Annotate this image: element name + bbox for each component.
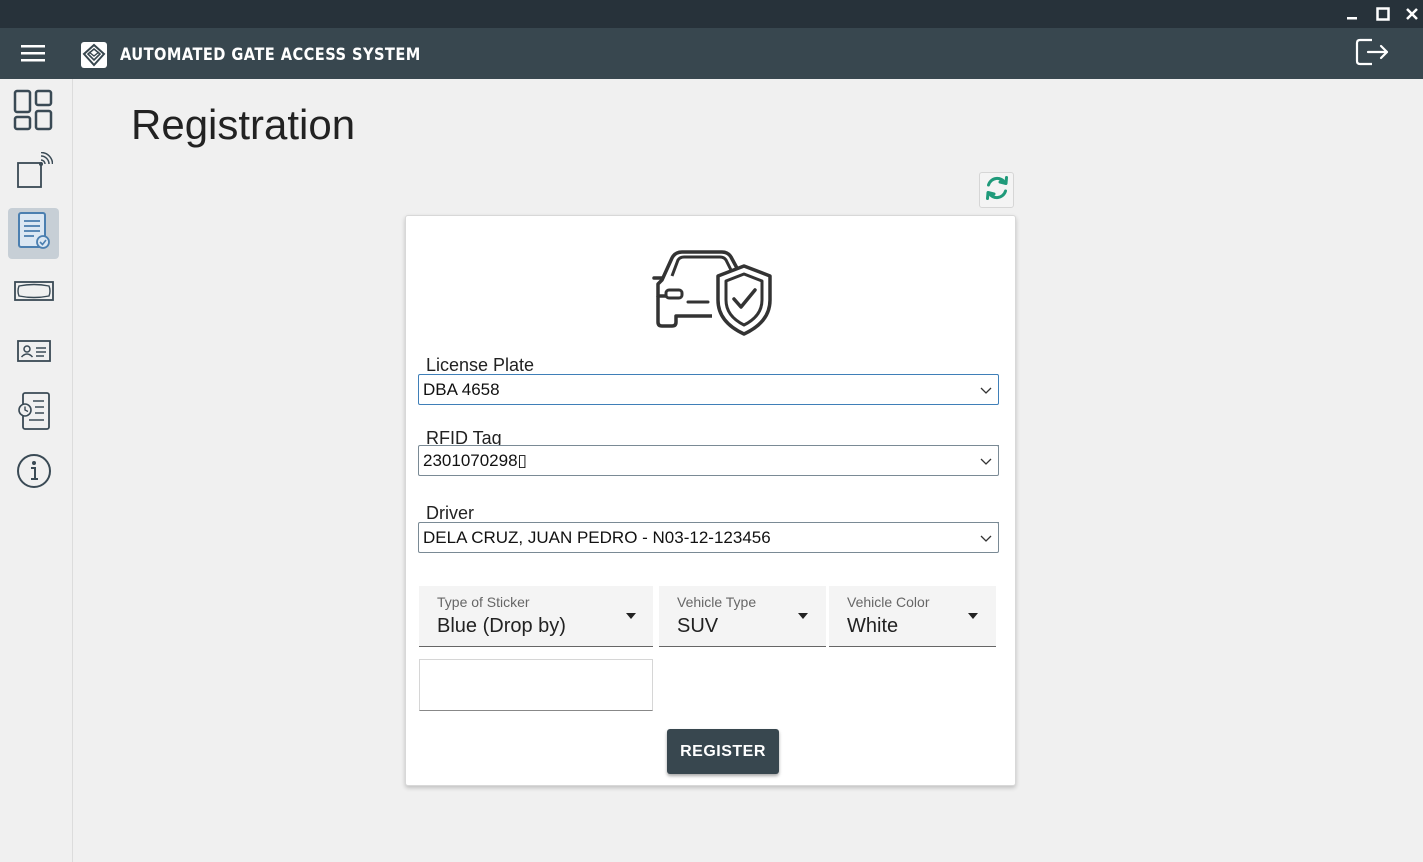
chevron-down-icon[interactable]: [980, 383, 992, 395]
chevron-down-icon[interactable]: [980, 454, 992, 466]
app-title: AUTOMATED GATE ACCESS SYSTEM: [120, 45, 421, 65]
app-logo-icon: [80, 41, 108, 69]
menu-icon[interactable]: [20, 42, 46, 64]
refresh-button[interactable]: [979, 172, 1014, 208]
maximize-icon[interactable]: [1372, 4, 1394, 24]
vehicle-security-icon: [648, 244, 774, 336]
chevron-down-icon[interactable]: [980, 531, 992, 543]
vehicle-color-select[interactable]: Vehicle Color White: [829, 586, 996, 647]
refresh-icon: [983, 174, 1011, 207]
license-plate-combobox[interactable]: DBA 4658: [418, 374, 999, 405]
license-plate-label: License Plate: [426, 355, 539, 376]
info-icon: [15, 452, 53, 495]
extra-text-input[interactable]: [419, 659, 653, 711]
dashboard-icon: [13, 89, 55, 136]
close-icon[interactable]: [1401, 4, 1423, 24]
vehicle-type-value: SUV: [677, 615, 719, 637]
license-plate-value: DBA 4658: [423, 380, 500, 399]
sticker-card-icon: [13, 279, 55, 308]
logout-icon[interactable]: [1354, 34, 1392, 70]
page-title: Registration: [131, 101, 356, 148]
window-titlebar: [0, 0, 1423, 28]
sidebar-item-dashboard[interactable]: [8, 87, 59, 138]
sidebar-item-rfid[interactable]: [8, 148, 59, 199]
id-card-icon: [16, 337, 52, 370]
rfid-tag-value: 2301070298▯: [423, 451, 527, 470]
vehicle-type-label: Vehicle Type: [677, 594, 757, 610]
rfid-reader-icon: [15, 151, 53, 195]
sidebar-item-about[interactable]: [8, 448, 59, 499]
sticker-type-select[interactable]: Type of Sticker Blue (Drop by): [419, 586, 653, 647]
driver-value: DELA CRUZ, JUAN PEDRO - N03-12-123456: [423, 528, 771, 547]
app-header: AUTOMATED GATE ACCESS SYSTEM: [0, 28, 1423, 79]
logs-clock-icon: [15, 391, 53, 436]
sidebar: [0, 79, 73, 862]
sidebar-item-logs[interactable]: [8, 388, 59, 439]
dropdown-arrow-icon: [798, 613, 808, 619]
sidebar-item-stickers[interactable]: [8, 268, 59, 319]
vehicle-color-label: Vehicle Color: [847, 594, 930, 610]
driver-label: Driver: [426, 503, 478, 524]
dropdown-arrow-icon: [968, 613, 978, 619]
dropdown-arrow-icon: [626, 613, 636, 619]
registration-document-icon: [16, 211, 52, 256]
vehicle-type-select[interactable]: Vehicle Type SUV: [659, 586, 826, 647]
driver-combobox[interactable]: DELA CRUZ, JUAN PEDRO - N03-12-123456: [418, 522, 999, 553]
minimize-icon[interactable]: [1341, 4, 1363, 24]
sticker-type-value: Blue (Drop by): [437, 615, 566, 637]
sticker-type-label: Type of Sticker: [437, 594, 530, 610]
rfid-tag-combobox[interactable]: 2301070298▯: [418, 445, 999, 476]
vehicle-color-value: White: [847, 615, 899, 637]
registration-form-card: License Plate DBA 4658 RFID Tag 23010702…: [405, 215, 1016, 786]
register-button[interactable]: REGISTER: [667, 729, 779, 774]
sidebar-item-drivers[interactable]: [8, 328, 59, 379]
sidebar-item-registration[interactable]: [8, 208, 59, 259]
